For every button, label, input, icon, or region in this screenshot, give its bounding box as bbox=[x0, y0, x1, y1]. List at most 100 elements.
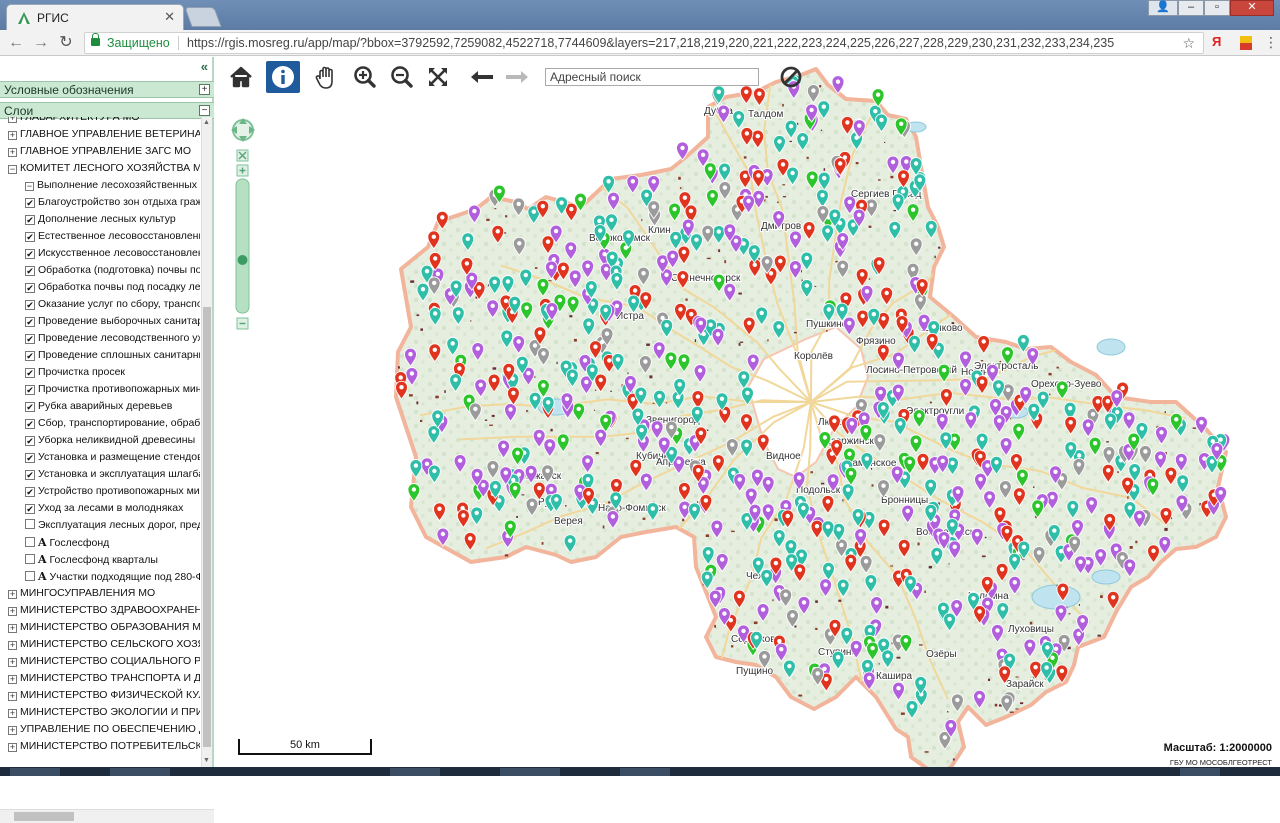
expand-icon[interactable]: + bbox=[8, 743, 17, 752]
window-close-icon[interactable]: ✕ bbox=[1230, 0, 1274, 16]
expand-legend-icon[interactable]: + bbox=[199, 84, 210, 95]
layer-tree-item[interactable]: Эксплуатация лесных дорог, предназначенн… bbox=[25, 517, 200, 534]
layer-checkbox[interactable]: ✔ bbox=[25, 402, 35, 412]
layer-checkbox[interactable]: ✔ bbox=[25, 419, 35, 429]
clear-icon[interactable] bbox=[774, 61, 808, 93]
expand-icon[interactable]: + bbox=[8, 726, 17, 735]
layer-checkbox[interactable]: ✔ bbox=[25, 487, 35, 497]
collapse-icon[interactable]: − bbox=[8, 165, 17, 174]
expand-icon[interactable]: + bbox=[8, 658, 17, 667]
layer-tree-item[interactable]: ✔Проведение лесоводственного ухода bbox=[25, 330, 200, 347]
map-view[interactable]: ДубнаТалдомДмитровКлинСолнечногорскВолок… bbox=[216, 57, 1280, 767]
layer-tree-item[interactable]: ✔ Искусственное лесовосстановление bbox=[25, 245, 200, 262]
collapse-panel-icon[interactable]: « bbox=[201, 59, 208, 74]
layer-tree-item[interactable]: ✔Сбор, транспортирование, обработка bbox=[25, 415, 200, 432]
layer-tree-item[interactable]: +МИНИСТЕРСТВО СОЦИАЛЬНОГО РАЗВИТИЯ bbox=[8, 653, 200, 670]
layer-tree-item[interactable]: +МИНИСТЕРСТВО ЗДРАВООХРАНЕНИЯ МО bbox=[8, 602, 200, 619]
layer-tree-item[interactable]: ✔ Оказание услуг по сбору, транспорт bbox=[25, 296, 200, 313]
layer-checkbox[interactable]: ✔ bbox=[25, 317, 35, 327]
expand-icon[interactable]: + bbox=[8, 148, 17, 157]
legend-section-header[interactable]: Условные обозначения + bbox=[0, 81, 214, 98]
layer-tree-item[interactable]: A Гослесфонд кварталы bbox=[25, 551, 158, 568]
back-arrow-icon[interactable] bbox=[465, 61, 499, 93]
zoom-out-icon[interactable] bbox=[385, 61, 419, 93]
forward-arrow-icon[interactable] bbox=[500, 61, 534, 93]
map-canvas[interactable]: ДубнаТалдомДмитровКлинСолнечногорскВолок… bbox=[216, 57, 1280, 767]
pan-compass-icon[interactable] bbox=[231, 118, 255, 142]
collapse-layers-icon[interactable]: − bbox=[199, 105, 210, 116]
expand-icon[interactable]: + bbox=[8, 692, 17, 701]
layer-tree-item[interactable]: + МИНГОСУПРАВЛЕНИЯ МО bbox=[8, 585, 155, 602]
layer-checkbox[interactable] bbox=[25, 571, 35, 581]
collapse-icon[interactable]: − bbox=[25, 182, 34, 191]
layer-checkbox[interactable]: ✔ bbox=[25, 266, 35, 276]
browser-tab-active[interactable]: РГИС ✕ bbox=[6, 4, 184, 30]
layer-tree-item[interactable]: ✔ Проведение сплошных санитарных bbox=[25, 347, 200, 364]
layer-tree-item[interactable]: ✔ Дополнение лесных культур bbox=[25, 211, 176, 228]
layer-tree-item[interactable]: ✔Устройство противопожарных минполос bbox=[25, 483, 200, 500]
layer-tree-item[interactable]: A Гослесфонд bbox=[25, 534, 109, 551]
expand-icon[interactable]: + bbox=[8, 675, 17, 684]
layer-tree-item[interactable]: ✔Установка и эксплуатация шлагбаумов bbox=[25, 466, 200, 483]
layer-tree-item[interactable]: ✔ Прочистка просек bbox=[25, 364, 125, 381]
layer-tree-item[interactable]: ✔ Обработка (подготовка) почвы под bbox=[25, 262, 200, 279]
back-icon[interactable]: ← bbox=[6, 33, 26, 53]
layer-tree-item[interactable]: ✔ Рубка аварийных деревьев bbox=[25, 398, 172, 415]
layer-tree-item[interactable]: ✔ Уборка неликвидной древесины bbox=[25, 432, 195, 449]
expand-icon[interactable]: + bbox=[8, 709, 17, 718]
layer-checkbox[interactable]: ✔ bbox=[25, 300, 35, 310]
reload-icon[interactable]: ↻ bbox=[56, 33, 76, 53]
pan-hand-icon[interactable] bbox=[309, 61, 343, 93]
maximize-icon[interactable]: ▫ bbox=[1204, 0, 1230, 16]
layer-checkbox[interactable] bbox=[25, 554, 35, 564]
expand-icon[interactable]: + bbox=[8, 590, 17, 599]
layer-tree-item[interactable]: A Участки подходящие под 280-ФЗ bbox=[25, 568, 200, 585]
layer-checkbox[interactable] bbox=[25, 519, 35, 529]
layer-tree-item[interactable]: +МИНИСТЕРСТВО ТРАНСПОРТА И ДОРОГ bbox=[8, 670, 200, 687]
layer-tree-item[interactable]: + МИНИСТЕРСТВО ОБРАЗОВАНИЯ МО bbox=[8, 619, 200, 636]
layer-checkbox[interactable]: ✔ bbox=[25, 368, 35, 378]
layer-checkbox[interactable]: ✔ bbox=[25, 215, 35, 225]
layer-checkbox[interactable]: ✔ bbox=[25, 334, 35, 344]
layer-checkbox[interactable]: ✔ bbox=[25, 283, 35, 293]
expand-icon[interactable]: + bbox=[8, 117, 17, 123]
bookmark-extension-icon[interactable] bbox=[1240, 36, 1252, 50]
layer-tree-item[interactable]: + ГЛАВАРХИТЕКТУРА МО bbox=[8, 117, 139, 126]
bookmark-star-icon[interactable]: ☆ bbox=[1182, 33, 1195, 53]
zoom-in-icon[interactable] bbox=[348, 61, 382, 93]
expand-icon[interactable]: + bbox=[8, 607, 17, 616]
zoom-max-extent-icon[interactable] bbox=[236, 149, 249, 162]
user-profile-icon[interactable]: 👤 bbox=[1148, 0, 1178, 16]
layer-checkbox[interactable]: ✔ bbox=[25, 351, 35, 361]
full-extent-icon[interactable] bbox=[421, 61, 455, 93]
layer-tree-item[interactable]: +МИНИСТЕРСТВО ФИЗИЧЕСКОЙ КУЛЬТУРЫ bbox=[8, 687, 200, 704]
layer-tree-item[interactable]: − КОМИТЕТ ЛЕСНОГО ХОЗЯЙСТВА МО bbox=[8, 160, 200, 177]
layer-tree-item[interactable]: ✔ Уход за лесами в молодняках bbox=[25, 500, 183, 517]
zoom-track[interactable] bbox=[235, 178, 250, 314]
tab-close-icon[interactable]: ✕ bbox=[164, 9, 175, 25]
zoom-plus-icon[interactable] bbox=[236, 164, 249, 177]
layer-tree-scrollbar[interactable]: ▲ ▼ bbox=[201, 117, 212, 767]
layer-tree-item[interactable]: + ГЛАВНОЕ УПРАВЛЕНИЕ ЗАГС МО bbox=[8, 143, 191, 160]
layer-checkbox[interactable]: ✔ bbox=[25, 504, 35, 514]
hscroll-thumb[interactable] bbox=[14, 812, 74, 821]
layer-checkbox[interactable]: ✔ bbox=[25, 436, 35, 446]
layer-tree-item[interactable]: ✔Благоустройство зон отдыха граждан bbox=[25, 194, 200, 211]
minimize-icon[interactable]: – bbox=[1178, 0, 1204, 16]
yandex-extension-icon[interactable]: Я bbox=[1212, 34, 1221, 49]
address-search-input[interactable] bbox=[545, 68, 759, 86]
layer-tree-item[interactable]: ✔Проведение выборочных санитарных bbox=[25, 313, 200, 330]
scroll-down-icon[interactable]: ▼ bbox=[203, 757, 210, 764]
home-icon[interactable] bbox=[224, 61, 258, 93]
url-field[interactable]: Защищено https://rgis.mosreg.ru/app/map/… bbox=[84, 32, 1204, 54]
layer-checkbox[interactable]: ✔ bbox=[25, 232, 35, 242]
layer-tree-item[interactable]: − Выполнение лесохозяйственных bbox=[25, 177, 197, 194]
forward-icon[interactable]: → bbox=[31, 33, 51, 53]
layer-tree-item[interactable]: +МИНИСТЕРСТВО СЕЛЬСКОГО ХОЗЯЙСТВА bbox=[8, 636, 200, 653]
layer-checkbox[interactable]: ✔ bbox=[25, 385, 35, 395]
layer-tree-item[interactable]: ✔Прочистка противопожарных минполос bbox=[25, 381, 200, 398]
layer-tree-item[interactable]: +ГЛАВНОЕ УПРАВЛЕНИЕ ВЕТЕРИНАРИИ bbox=[8, 126, 200, 143]
layer-tree-item[interactable]: +МИНИСТЕРСТВО ЭКОЛОГИИ И ПРИРОДО bbox=[8, 704, 200, 721]
layer-tree-item[interactable]: ✔ Обработка почвы под посадку леса bbox=[25, 279, 200, 296]
layer-tree-item[interactable]: ✔ Естественное лесовосстановление bbox=[25, 228, 200, 245]
